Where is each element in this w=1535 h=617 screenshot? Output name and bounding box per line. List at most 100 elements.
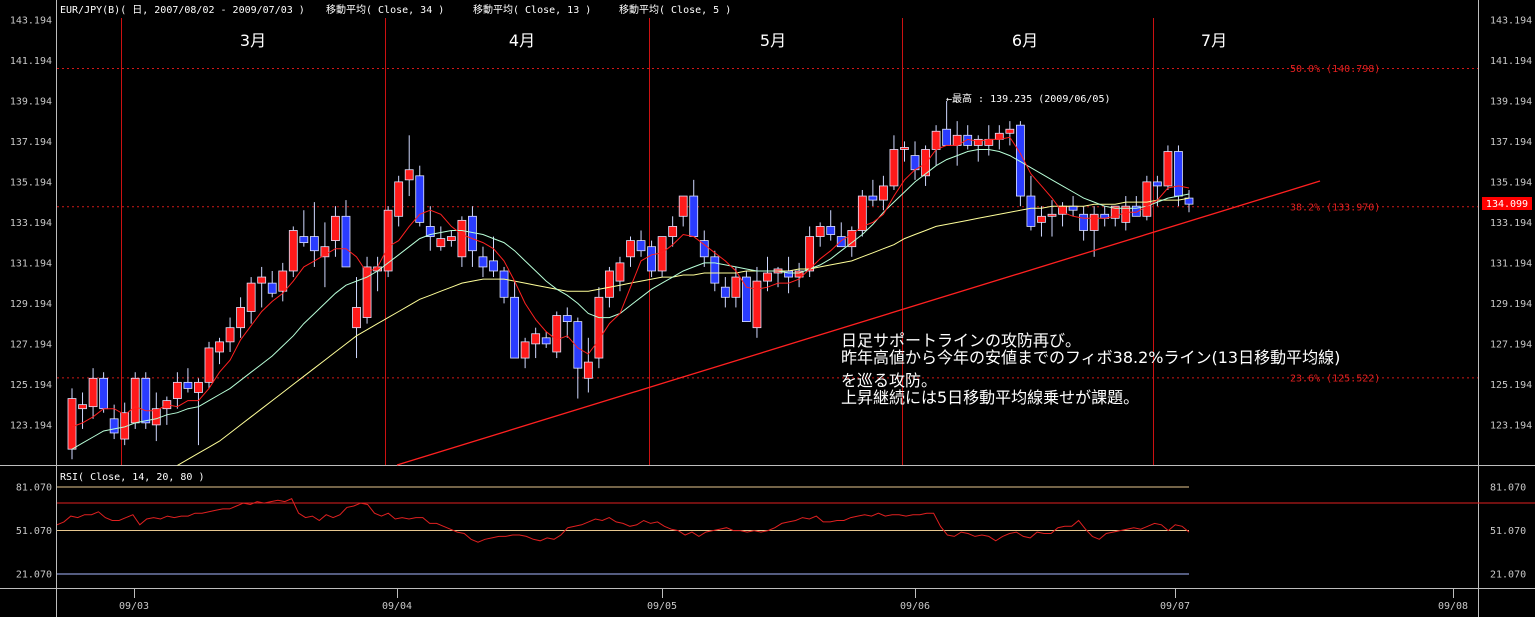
candle-up: [1089, 213, 1099, 231]
y-tick-left: 143.194: [10, 16, 52, 27]
x-tick-label: 09/07: [1160, 601, 1190, 612]
candle-up: [331, 215, 340, 242]
candle-down: [415, 175, 425, 223]
candle-up: [404, 169, 414, 181]
candle-up: [520, 341, 530, 359]
candle-down: [1068, 205, 1078, 211]
candle-down: [183, 381, 193, 389]
fib-level-label: 50.0% (140.798): [1290, 64, 1380, 75]
candle-down: [1079, 213, 1089, 231]
candle-down: [1174, 151, 1183, 197]
candle-up: [605, 270, 614, 298]
y-tick-right: 131.194: [1490, 259, 1532, 270]
candle-down: [942, 128, 952, 146]
candle-down: [109, 418, 119, 434]
candle-down: [341, 215, 351, 268]
y-tick-left: 133.194: [10, 218, 52, 229]
x-tick-label: 09/05: [647, 601, 677, 612]
candle-up: [583, 361, 593, 379]
candle-up: [626, 240, 635, 258]
candle-up: [246, 282, 256, 312]
y-tick-right: 141.194: [1490, 56, 1532, 67]
candle-down: [510, 296, 519, 359]
candle-up: [678, 195, 688, 217]
candle-up: [763, 272, 772, 282]
candle-down: [99, 377, 109, 410]
y-tick-right: 135.194: [1490, 178, 1532, 189]
candle-up: [225, 327, 235, 343]
x-tick-label: 09/06: [900, 601, 930, 612]
current-price-label: 134.099: [1486, 199, 1528, 210]
y-tick-left: 137.194: [10, 137, 52, 148]
marks-layer: [56, 100, 1321, 543]
candle-up: [257, 276, 267, 284]
candle-down: [499, 270, 509, 298]
candle-down: [720, 286, 730, 298]
candle-up: [931, 130, 941, 150]
x-tick-label: 09/03: [119, 601, 149, 612]
fib-level-label: 23.6% (125.522): [1290, 373, 1380, 384]
candle-up: [1037, 215, 1046, 223]
candle-down: [636, 240, 646, 252]
fib-level-label: 38.2% (133.970): [1290, 202, 1380, 213]
candle-up: [1005, 128, 1015, 134]
candle-down: [784, 270, 793, 278]
candle-down: [689, 195, 699, 237]
candle-up: [383, 209, 393, 272]
y-tick-left: 141.194: [10, 56, 52, 67]
candle-up: [615, 262, 625, 282]
candle-down: [267, 282, 277, 294]
rsi-tick-right: 21.070: [1490, 570, 1526, 581]
month-label-apr: 4月: [509, 31, 535, 50]
annotation-line-4: 上昇継続には5日移動平均線乗せが課題。: [841, 388, 1139, 407]
rsi-tick-left: 21.070: [16, 570, 52, 581]
rsi-tick-right: 51.070: [1490, 526, 1526, 537]
candle-up: [1047, 213, 1057, 217]
candle-up: [436, 238, 446, 248]
candle-up: [594, 296, 604, 359]
candle-down: [299, 236, 309, 244]
candle-down: [836, 236, 846, 248]
y-tick-right: 137.194: [1490, 137, 1532, 148]
candle-down: [541, 337, 551, 345]
candle-up: [67, 398, 77, 450]
annotation-line-2: 昨年高値から今年の安値までのフィボ38.2%ライン(13日移動平均線): [841, 348, 1340, 367]
candle-up: [78, 404, 87, 410]
candle-up: [394, 181, 404, 217]
x-tick-label: 09/04: [382, 601, 412, 612]
candle-down: [1026, 195, 1036, 227]
y-tick-right: 143.194: [1490, 16, 1532, 27]
month-label-mar: 3月: [240, 31, 266, 50]
y-tick-right: 127.194: [1490, 340, 1532, 351]
y-tick-right: 129.194: [1490, 299, 1532, 310]
legend-ma-5: 移動平均( Close, 5 ): [619, 3, 731, 16]
x-tick-label: 09/08: [1438, 601, 1468, 612]
candle-up: [362, 266, 372, 318]
candle-down: [1152, 181, 1162, 187]
y-tick-left: 123.194: [10, 421, 52, 432]
candle-up: [236, 307, 246, 329]
candle-up: [1163, 151, 1173, 187]
candle-up: [900, 147, 909, 150]
candle-down: [141, 377, 151, 424]
chart-frame: [0, 0, 1535, 617]
month-label-jun: 6月: [1012, 31, 1038, 50]
y-tick-right: 125.194: [1490, 380, 1532, 391]
candle-up: [552, 315, 562, 353]
candle-up: [194, 381, 203, 393]
candle-up: [88, 377, 98, 408]
candle-down: [489, 260, 498, 272]
y-tick-right: 123.194: [1490, 421, 1532, 432]
candle-up: [752, 280, 762, 329]
candle-up: [879, 185, 888, 201]
candle-up: [973, 138, 983, 146]
candle-up: [172, 381, 182, 399]
month-label-may: 5月: [760, 31, 786, 50]
high-annotation: ←最高 : 139.235 (2009/06/05): [946, 92, 1111, 105]
y-tick-left: 127.194: [10, 340, 52, 351]
candle-up: [215, 341, 224, 353]
candle-up: [204, 347, 214, 383]
candle-up: [668, 226, 678, 237]
y-tick-left: 139.194: [10, 97, 52, 108]
legend-ma-13: 移動平均( Close, 13 ): [473, 3, 591, 16]
